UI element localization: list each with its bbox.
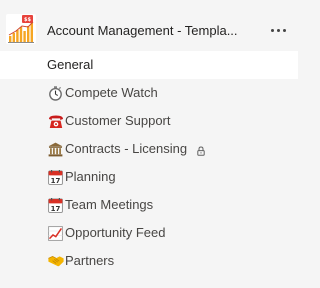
calendar-icon: 17 [47,197,64,213]
channel-opportunity-feed[interactable]: Opportunity Feed [0,219,298,247]
channel-label: Planning [65,169,116,184]
channel-label: Compete Watch [65,85,158,100]
telephone-icon [47,113,64,129]
classical-building-icon [47,141,64,157]
channel-team-meetings[interactable]: 17 Team Meetings [0,191,298,219]
handshake-icon [47,253,64,269]
svg-text:17: 17 [51,176,61,184]
stopwatch-icon [47,85,64,101]
team-header[interactable]: $$ Account Management - Templa... [0,0,298,50]
lock-icon [196,144,206,156]
more-options-icon [269,28,287,32]
channel-label: Customer Support [65,113,171,128]
svg-text:17: 17 [51,204,61,212]
team-panel: $$ Account Management - Templa... Genera… [0,0,298,288]
channel-planning[interactable]: 17 Planning [0,163,298,191]
channel-label: Partners [65,253,115,268]
channel-list: General Compete Watch Customer Support C… [0,51,298,275]
channel-label: Team Meetings [65,197,154,212]
channel-label: General [47,57,94,72]
channel-customer-support[interactable]: Customer Support [0,107,298,135]
channel-label: Opportunity Feed [65,225,166,240]
calendar-icon: 17 [47,169,64,185]
channel-general[interactable]: General [0,51,298,79]
chart-increasing-icon [47,225,64,241]
channel-partners[interactable]: Partners [0,247,298,275]
channel-label: Contracts - Licensing [65,141,188,156]
svg-text:$$: $$ [24,17,31,23]
channel-compete-watch[interactable]: Compete Watch [0,79,298,107]
more-options-button[interactable] [264,18,292,42]
sales-chart-icon[interactable]: $$ [6,14,36,44]
channel-contracts-licensing[interactable]: Contracts - Licensing [0,135,298,163]
team-name[interactable]: Account Management - Templa... [47,23,238,39]
